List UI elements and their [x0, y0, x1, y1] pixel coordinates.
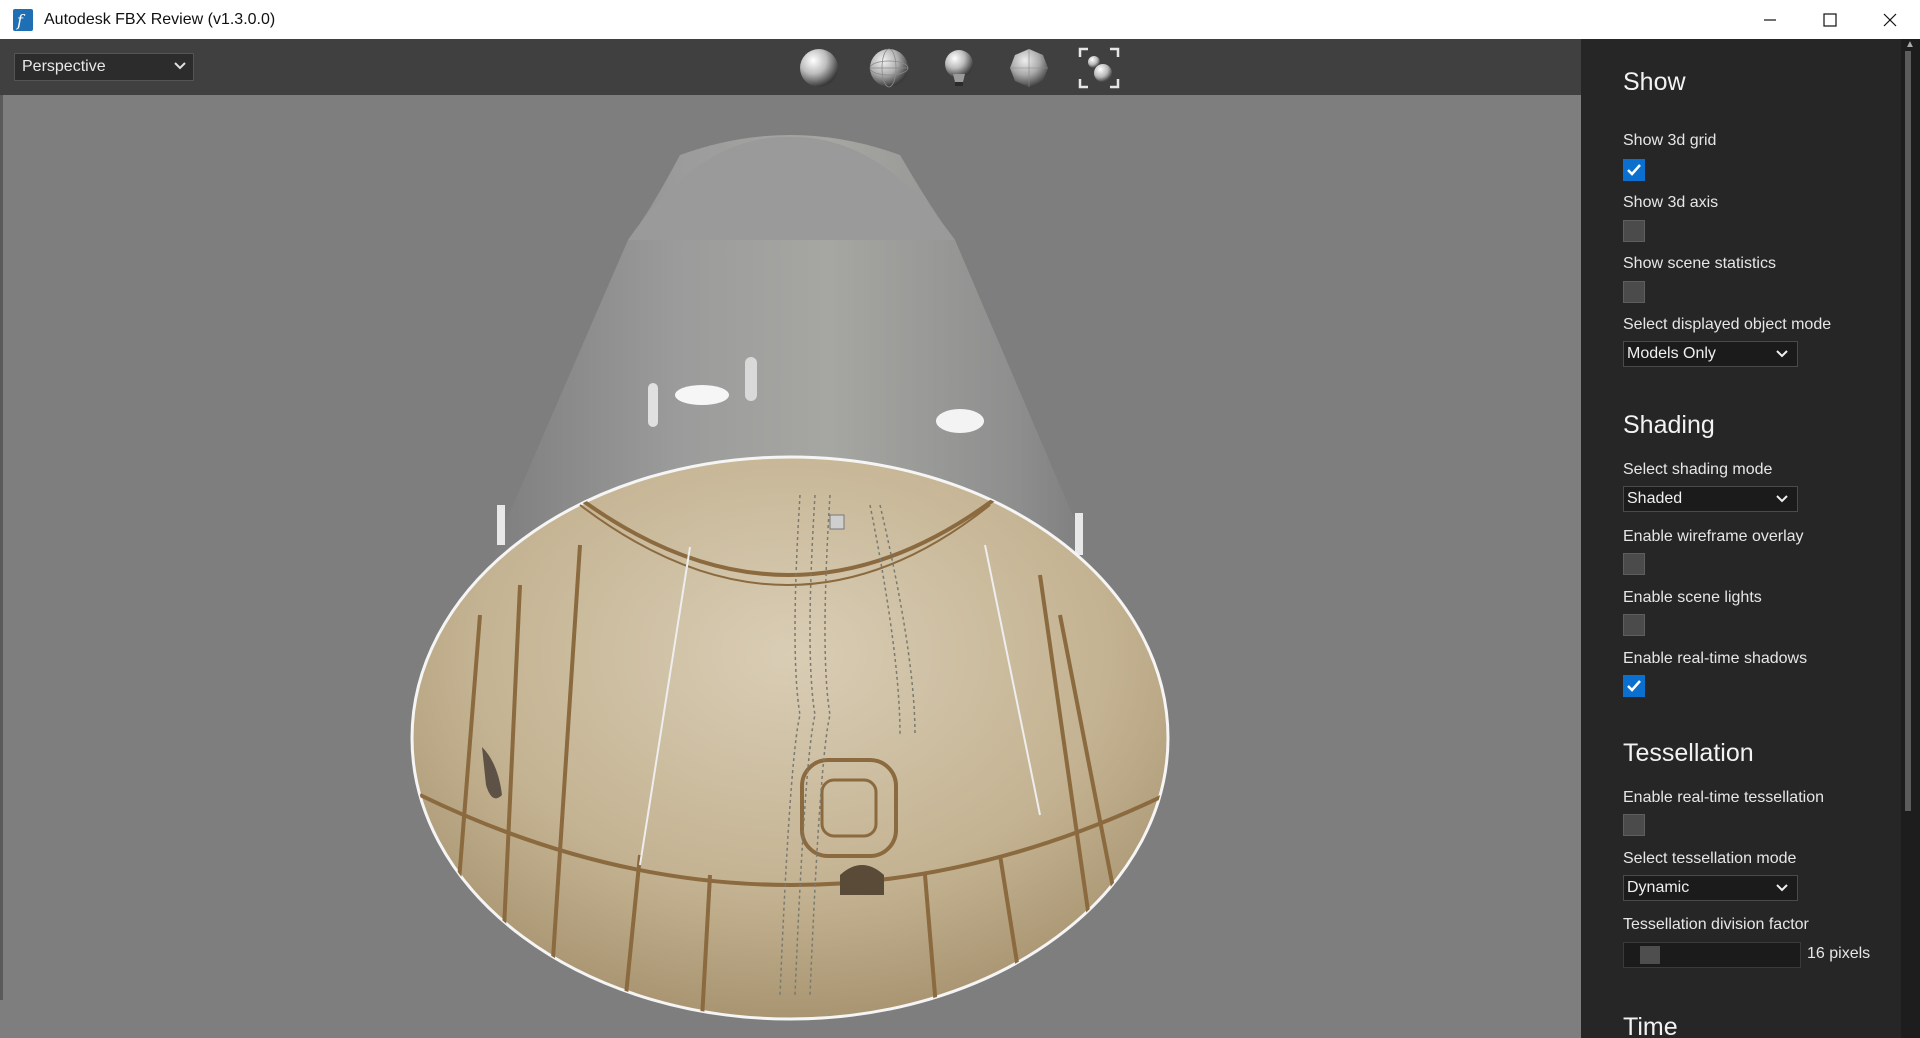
slider-thumb[interactable]	[1640, 946, 1660, 964]
shading-mode-label: Select shading mode	[1623, 461, 1773, 478]
realtime-shadows-checkbox[interactable]	[1623, 675, 1645, 697]
tessellation-factor-value: 16 pixels	[1807, 945, 1871, 962]
3d-viewport[interactable]: Perspective	[0, 39, 1581, 1038]
camera-select[interactable]: Perspective	[14, 53, 194, 81]
3d-model-cylinder	[410, 135, 1170, 1021]
scrollbar-thumb[interactable]	[1905, 51, 1911, 811]
tessellation-mode-label: Select tessellation mode	[1623, 850, 1797, 867]
section-tessellation-title: Tessellation	[1623, 739, 1754, 767]
tessellation-mode-select[interactable]: Dynamic	[1623, 875, 1798, 901]
minimize-icon	[1764, 18, 1776, 21]
section-time-title: Time	[1623, 1013, 1678, 1038]
wireframe-overlay-checkbox[interactable]	[1623, 553, 1645, 575]
close-icon	[1883, 13, 1897, 26]
section-shading-title: Shading	[1623, 411, 1715, 439]
object-mode-label: Select displayed object mode	[1623, 316, 1832, 333]
panel-scrollbar[interactable]: ▲	[1901, 39, 1920, 1038]
maximize-button[interactable]	[1800, 0, 1860, 39]
checkmark-icon	[1627, 680, 1641, 692]
maximize-icon	[1823, 12, 1837, 27]
shading-mode-select[interactable]: Shaded	[1623, 486, 1798, 512]
chevron-down-icon	[174, 62, 186, 70]
show-scene-statistics-checkbox[interactable]	[1623, 281, 1645, 303]
realtime-shadows-label: Enable real-time shadows	[1623, 650, 1808, 667]
realtime-tessellation-checkbox[interactable]	[1623, 814, 1645, 836]
textured-mode-button[interactable]	[1008, 47, 1050, 89]
shading-mode-value: Shaded	[1627, 490, 1683, 507]
minimize-button[interactable]	[1740, 0, 1800, 39]
window-title: Autodesk FBX Review (v1.3.0.0)	[44, 10, 276, 28]
close-button[interactable]	[1860, 0, 1920, 39]
checkmark-icon	[1627, 164, 1641, 176]
scene-lights-checkbox[interactable]	[1623, 614, 1645, 636]
shaded-mode-button[interactable]	[798, 47, 840, 89]
realtime-tessellation-label: Enable real-time tessellation	[1623, 789, 1824, 806]
show-3d-grid-label: Show 3d grid	[1623, 132, 1717, 149]
lights-button[interactable]	[938, 47, 980, 89]
show-3d-axis-label: Show 3d axis	[1623, 194, 1719, 211]
section-show-title: Show	[1623, 68, 1686, 96]
scroll-up-icon[interactable]: ▲	[1905, 39, 1915, 50]
show-3d-axis-checkbox[interactable]	[1623, 220, 1645, 242]
textured-sphere-icon	[1010, 49, 1048, 87]
autodesk-f-icon: f	[12, 8, 34, 31]
title-bar: f Autodesk FBX Review (v1.3.0.0)	[0, 0, 1920, 39]
show-3d-grid-checkbox[interactable]	[1623, 159, 1645, 181]
settings-panel: Show Show 3d grid Show 3d axis Show scen…	[1581, 39, 1901, 1038]
object-mode-value: Models Only	[1627, 345, 1716, 362]
tessellation-mode-value: Dynamic	[1627, 879, 1690, 896]
chevron-down-icon	[1776, 884, 1788, 892]
frame-objects-button[interactable]	[1078, 47, 1120, 89]
viewport-toolbar: Perspective	[0, 39, 1581, 95]
light-bulb-icon	[945, 50, 973, 86]
wireframe-mode-button[interactable]	[868, 47, 910, 89]
object-mode-select[interactable]: Models Only	[1623, 341, 1798, 367]
chevron-down-icon	[1776, 495, 1788, 503]
show-scene-statistics-label: Show scene statistics	[1623, 255, 1776, 272]
wireframe-sphere-icon	[869, 48, 909, 88]
chevron-down-icon	[1776, 350, 1788, 358]
tessellation-factor-label: Tessellation division factor	[1623, 916, 1809, 933]
tessellation-factor-slider[interactable]	[1623, 942, 1801, 968]
shaded-sphere-icon	[800, 49, 838, 87]
camera-select-value: Perspective	[22, 58, 106, 75]
frame-objects-icon	[1078, 47, 1120, 89]
scene-lights-label: Enable scene lights	[1623, 589, 1762, 606]
wireframe-overlay-label: Enable wireframe overlay	[1623, 528, 1804, 545]
